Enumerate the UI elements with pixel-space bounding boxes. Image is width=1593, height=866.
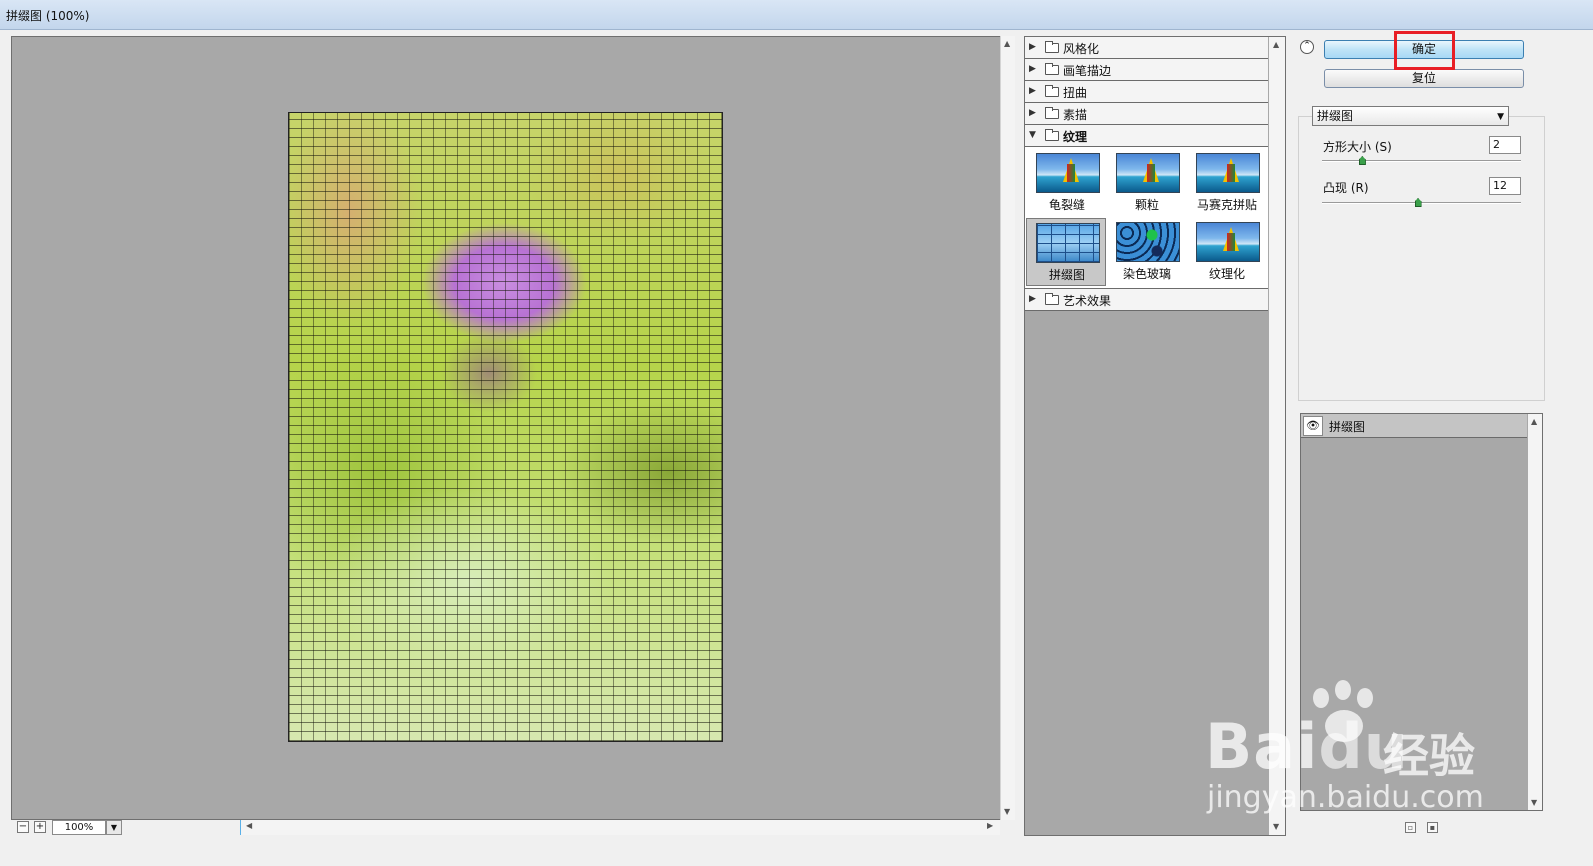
delete-effect-layer-icon[interactable]: ▪ — [1427, 822, 1438, 833]
window-title: 拼缀图 (100%) — [6, 9, 90, 23]
eye-icon[interactable]: 👁 — [1303, 416, 1323, 436]
filter-settings-box — [1298, 116, 1545, 401]
thumbnail-image — [1196, 153, 1260, 193]
thumbnail-image — [1116, 153, 1180, 193]
filter-select[interactable]: 拼缀图 ▼ — [1312, 106, 1509, 126]
relief-label: 凸现 (R) — [1323, 181, 1369, 195]
filter-category-artistic[interactable]: ▶ 艺术效果 — [1025, 289, 1268, 311]
scroll-left-arrow-icon[interactable]: ◀ — [246, 821, 252, 830]
expand-triangle-icon[interactable]: ▶ — [1029, 108, 1036, 118]
category-label: 扭曲 — [1063, 86, 1088, 100]
filter-thumb-mosaic-tiles[interactable]: 马赛克拼贴 — [1187, 149, 1267, 217]
chevron-down-icon: ▼ — [1497, 112, 1504, 122]
filter-category-list: ▶ 风格化 ▶ 画笔描边 ▶ 扭曲 ▶ 素描 ▼ 纹理 龟裂缝 颗粒 马赛克拼贴… — [1025, 37, 1268, 311]
new-effect-layer-icon[interactable]: ▫ — [1405, 822, 1416, 833]
effect-layer-name: 拼缀图 — [1329, 420, 1366, 434]
thumbnail-image — [1036, 223, 1100, 263]
collapse-triangle-icon[interactable]: ▼ — [1029, 130, 1036, 140]
collapse-gallery-icon[interactable]: ⌃ — [1300, 40, 1314, 54]
ok-button-highlight — [1394, 31, 1455, 70]
zoom-dropdown-icon[interactable]: ▼ — [106, 820, 122, 835]
reset-button[interactable]: 复位 — [1324, 69, 1524, 88]
folder-icon — [1045, 41, 1059, 53]
relief-input[interactable]: 12 — [1489, 177, 1521, 195]
preview-vertical-scrollbar[interactable]: ▲ ▼ — [1000, 36, 1015, 820]
zoom-out-button[interactable]: − — [17, 821, 29, 833]
layers-scrollbar[interactable]: ▲ ▼ — [1528, 414, 1542, 810]
category-label: 纹理 — [1063, 130, 1088, 144]
zoom-in-button[interactable]: + — [34, 821, 46, 833]
filter-thumb-label: 纹理化 — [1208, 267, 1245, 281]
filter-thumb-grain[interactable]: 颗粒 — [1107, 149, 1187, 217]
category-label: 风格化 — [1063, 42, 1100, 56]
effect-layers-panel: 👁 拼缀图 ▲ ▼ — [1300, 413, 1543, 811]
thumbnail-image — [1116, 222, 1180, 262]
scroll-up-arrow-icon[interactable]: ▲ — [1531, 417, 1537, 426]
thumbnail-image — [1196, 222, 1260, 262]
preview-image — [288, 112, 723, 742]
folder-icon — [1045, 85, 1059, 97]
scroll-up-arrow-icon[interactable]: ▲ — [1004, 39, 1010, 48]
scroll-down-arrow-icon[interactable]: ▼ — [1004, 807, 1010, 816]
square-size-slider[interactable] — [1322, 160, 1521, 162]
filter-category-texture[interactable]: ▼ 纹理 — [1025, 125, 1268, 147]
filter-thumb-label: 马赛克拼贴 — [1196, 198, 1257, 212]
category-label: 艺术效果 — [1063, 294, 1112, 308]
folder-icon — [1045, 63, 1059, 75]
filter-category-stylize[interactable]: ▶ 风格化 — [1025, 37, 1268, 59]
square-size-label: 方形大小 (S) — [1323, 140, 1392, 154]
filter-thumb-label: 染色玻璃 — [1122, 267, 1171, 281]
filter-list-panel: ▶ 风格化 ▶ 画笔描边 ▶ 扭曲 ▶ 素描 ▼ 纹理 龟裂缝 颗粒 马赛克拼贴… — [1024, 36, 1286, 836]
scroll-up-arrow-icon[interactable]: ▲ — [1273, 40, 1279, 49]
title-bar: 拼缀图 (100%) — [0, 0, 1593, 30]
scroll-right-arrow-icon[interactable]: ▶ — [987, 821, 993, 830]
filter-thumb-label: 龟裂缝 — [1048, 198, 1085, 212]
zoom-level-field[interactable]: 100% — [52, 820, 106, 835]
category-label: 素描 — [1063, 108, 1088, 122]
thumbnail-image — [1036, 153, 1100, 193]
category-label: 画笔描边 — [1063, 64, 1112, 78]
filter-category-sketch[interactable]: ▶ 素描 — [1025, 103, 1268, 125]
filter-list-scrollbar[interactable]: ▲ ▼ — [1269, 37, 1285, 835]
expand-triangle-icon[interactable]: ▶ — [1029, 294, 1036, 304]
expand-triangle-icon[interactable]: ▶ — [1029, 64, 1036, 74]
texture-filter-thumbnails: 龟裂缝 颗粒 马赛克拼贴 拼缀图 染色玻璃 纹理化 — [1025, 147, 1268, 289]
folder-open-icon — [1045, 129, 1059, 141]
filter-thumb-texturizer[interactable]: 纹理化 — [1187, 218, 1267, 286]
square-size-input[interactable]: 2 — [1489, 136, 1521, 154]
filter-thumb-label: 拼缀图 — [1048, 268, 1085, 282]
expand-triangle-icon[interactable]: ▶ — [1029, 86, 1036, 96]
filter-thumb-patchwork[interactable]: 拼缀图 — [1026, 218, 1106, 286]
scroll-down-arrow-icon[interactable]: ▼ — [1273, 822, 1279, 831]
filter-thumb-stained-glass[interactable]: 染色玻璃 — [1107, 218, 1187, 286]
scroll-down-arrow-icon[interactable]: ▼ — [1531, 798, 1537, 807]
filter-thumb-craquelure[interactable]: 龟裂缝 — [1027, 149, 1107, 217]
filter-category-distort[interactable]: ▶ 扭曲 — [1025, 81, 1268, 103]
folder-icon — [1045, 107, 1059, 119]
folder-icon — [1045, 293, 1059, 305]
expand-triangle-icon[interactable]: ▶ — [1029, 42, 1036, 52]
effect-layer-row[interactable]: 👁 拼缀图 — [1301, 414, 1527, 438]
filter-select-value: 拼缀图 — [1317, 109, 1354, 123]
filter-thumb-label: 颗粒 — [1134, 198, 1159, 212]
filter-category-brush-strokes[interactable]: ▶ 画笔描边 — [1025, 59, 1268, 81]
preview-horizontal-scrollbar[interactable]: ◀ ▶ — [240, 820, 1000, 835]
